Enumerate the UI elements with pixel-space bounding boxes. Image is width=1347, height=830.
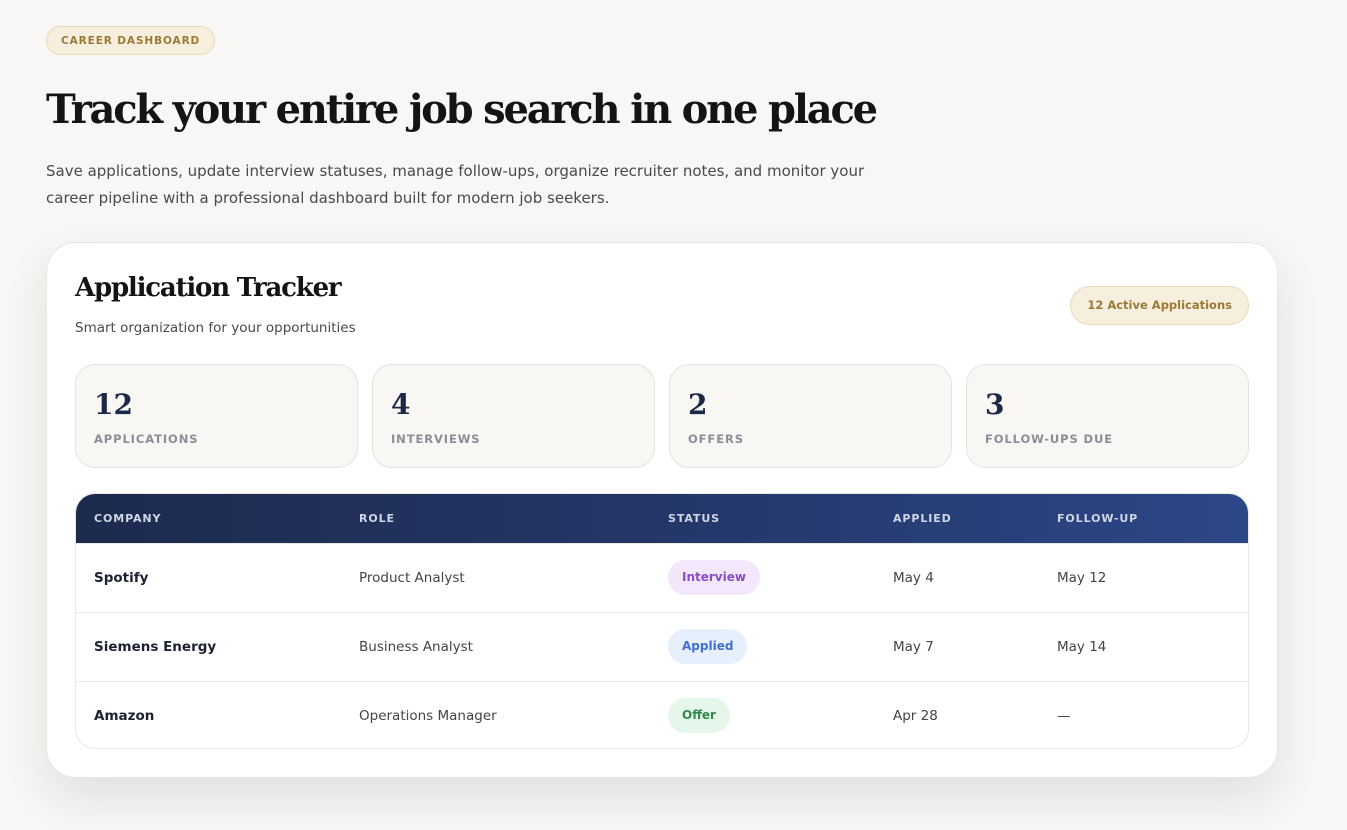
page-subtitle: Save applications, update interview stat… [46,162,865,207]
status-badge-offer: Offer [668,698,730,733]
active-applications-badge: 12 Active Applications [1070,286,1249,325]
stat-card-applications: 12 APPLICATIONS [75,364,358,468]
table-row[interactable]: Siemens Energy Business Analyst Applied … [76,612,1248,681]
status-badge-interview: Interview [668,560,760,595]
company-cell: Siemens Energy [94,639,217,655]
follow-up-date-cell: May 14 [1057,639,1107,655]
tracker-subtitle: Smart organization for your opportunitie… [75,320,356,336]
stat-value: 2 [688,388,708,421]
follow-up-date-cell: May 12 [1057,570,1107,586]
page-title: Track your entire job search in one plac… [46,86,878,133]
stat-label: OFFERS [688,432,744,446]
role-cell: Operations Manager [359,708,497,724]
stat-card-offers: 2 OFFERS [669,364,952,468]
stat-value: 3 [985,388,1005,421]
tracker-title: Application Tracker [75,273,342,303]
column-header-applied[interactable]: APPLIED [893,494,952,543]
column-header-role[interactable]: ROLE [359,494,395,543]
role-cell: Business Analyst [359,639,473,655]
applications-table: COMPANY ROLE STATUS APPLIED FOLLOW-UP Sp… [75,493,1249,749]
company-cell: Amazon [94,708,155,724]
applied-date-cell: May 7 [893,639,934,655]
follow-up-date-cell: — [1057,708,1071,724]
page-content: CAREER DASHBOARD Track your entire job s… [46,26,1278,778]
eyebrow-badge: CAREER DASHBOARD [46,26,216,55]
table-row[interactable]: Amazon Operations Manager Offer Apr 28 — [76,681,1248,748]
application-tracker-card: Application Tracker Smart organization f… [46,242,1278,778]
status-badge-applied: Applied [668,629,748,664]
table-header: COMPANY ROLE STATUS APPLIED FOLLOW-UP [76,494,1248,543]
applied-date-cell: Apr 28 [893,708,938,724]
column-header-follow-up[interactable]: FOLLOW-UP [1057,494,1138,543]
company-cell: Spotify [94,570,149,586]
stat-value: 4 [391,388,411,421]
table-row[interactable]: Spotify Product Analyst Interview May 4 … [76,543,1248,612]
stats-row: 12 APPLICATIONS 4 INTERVIEWS 2 OFFERS 3 … [75,364,1249,468]
role-cell: Product Analyst [359,570,465,586]
applied-date-cell: May 4 [893,570,934,586]
stat-card-follow-ups: 3 FOLLOW-UPS DUE [966,364,1249,468]
stat-label: INTERVIEWS [391,432,481,446]
stat-label: APPLICATIONS [94,432,199,446]
column-header-company[interactable]: COMPANY [94,494,161,543]
stat-label: FOLLOW-UPS DUE [985,432,1113,446]
stat-value: 12 [94,388,133,421]
column-header-status[interactable]: STATUS [668,494,720,543]
stat-card-interviews: 4 INTERVIEWS [372,364,655,468]
